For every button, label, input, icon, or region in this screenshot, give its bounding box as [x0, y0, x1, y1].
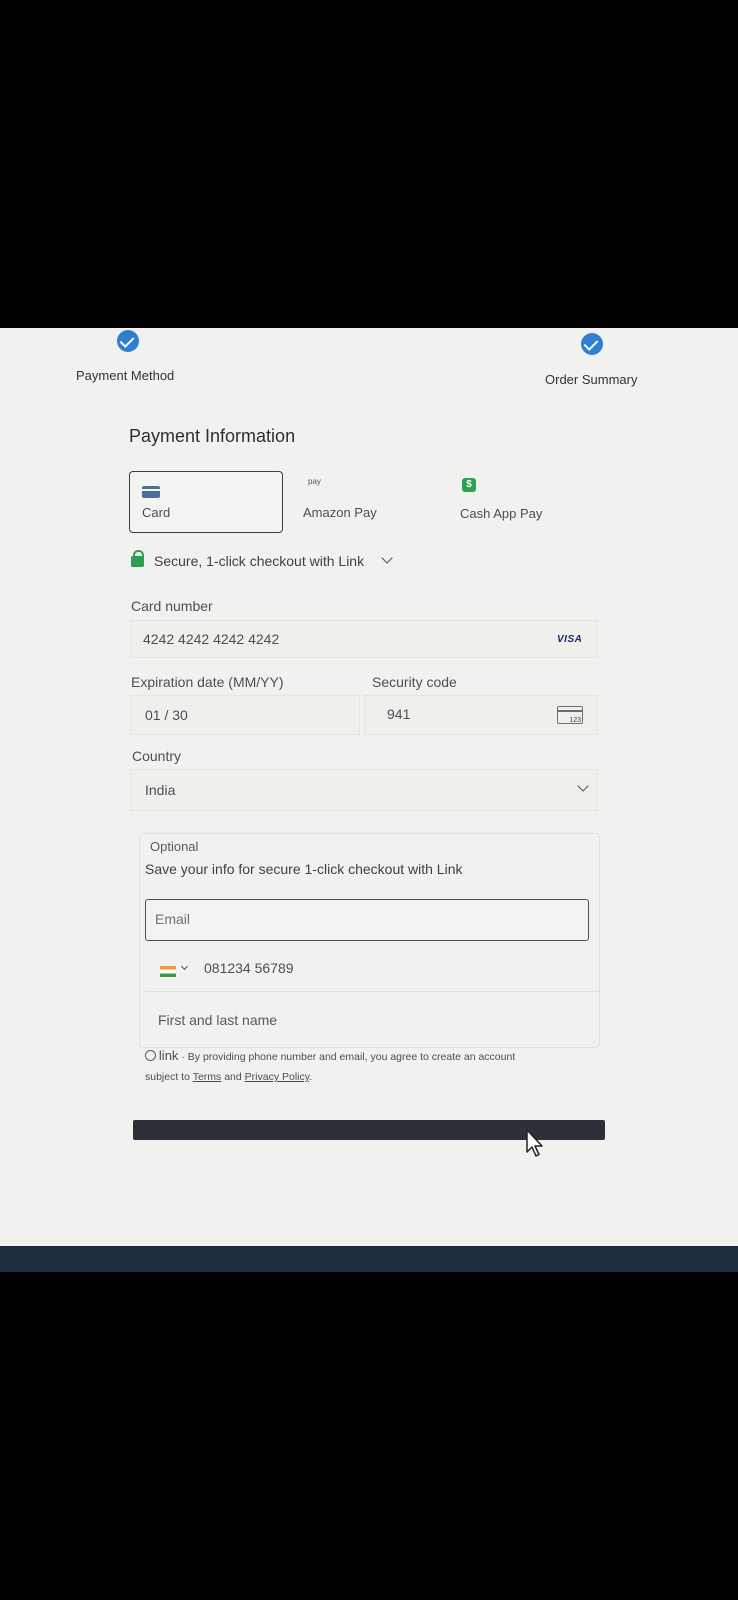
legal-subject: subject to [145, 1071, 190, 1083]
india-flag-icon [160, 966, 176, 977]
expiration-label: Expiration date (MM/YY) [131, 674, 284, 690]
step-complete-check-icon [117, 330, 139, 352]
chevron-down-icon [381, 552, 393, 564]
country-select[interactable]: India [130, 769, 598, 811]
legal-and: and [224, 1071, 242, 1083]
link-brand: link [158, 1048, 179, 1063]
legal-sentence: By providing phone number and email, you… [187, 1051, 516, 1063]
tab-amazon-pay[interactable]: pay Amazon Pay [290, 471, 420, 533]
name-placeholder: First and last name [158, 1012, 278, 1028]
tab-amazon-pay-label: Amazon Pay [303, 505, 377, 520]
mouse-cursor-icon [526, 1129, 543, 1157]
card-number-value: 4242 4242 4242 4242 [143, 631, 280, 647]
step-complete-check-icon [581, 333, 603, 355]
card-number-input[interactable]: 4242 4242 4242 4242 VISA [130, 620, 598, 658]
link-legal-text: link · By providing phone number and ema… [145, 1048, 516, 1083]
link-save-heading: Save your info for secure 1-click checko… [145, 861, 463, 877]
chevron-down-icon [180, 962, 189, 971]
checkout-screen: Payment Method Order Summary Payment Inf… [0, 328, 738, 1272]
security-code-value: 941 [387, 706, 411, 722]
terms-link[interactable]: Terms [193, 1071, 222, 1083]
cash-app-icon: $ [462, 478, 476, 492]
security-code-label: Security code [372, 674, 457, 690]
step-order-summary[interactable]: Order Summary [545, 372, 637, 387]
tab-cash-app-pay-label: Cash App Pay [460, 506, 543, 521]
name-field[interactable]: First and last name [145, 1003, 600, 1043]
country-value: India [145, 782, 176, 798]
phone-field[interactable]: 081234 56789 [145, 951, 600, 992]
screen-bottom-bezel [0, 1246, 738, 1272]
link-banner-text: Secure, 1-click checkout with Link [154, 553, 365, 569]
country-label: Country [132, 748, 182, 764]
expiration-input[interactable]: 01 / 30 [130, 695, 360, 735]
visa-brand-icon: VISA [557, 634, 583, 645]
privacy-policy-link[interactable]: Privacy Policy [245, 1071, 310, 1083]
optional-label: Optional [150, 839, 199, 854]
card-icon [142, 486, 160, 498]
expiration-value: 01 / 30 [145, 707, 188, 723]
tab-card-label: Card [142, 505, 171, 520]
payment-information-title: Payment Information [129, 426, 296, 446]
amazon-pay-icon: pay [308, 477, 321, 486]
email-field[interactable]: Email [145, 899, 589, 941]
phone-value: 081234 56789 [204, 960, 294, 976]
card-number-label: Card number [131, 598, 213, 614]
security-code-input[interactable]: 941 123 [364, 695, 598, 735]
cvc-card-icon: 123 [557, 706, 583, 724]
email-placeholder: Email [155, 911, 191, 927]
chevron-down-icon [577, 780, 589, 792]
link-logo-icon [145, 1050, 156, 1061]
tab-cash-app-pay[interactable]: $ Cash App Pay [450, 471, 600, 533]
link-checkout-toggle[interactable]: Secure, 1-click checkout with Link [130, 550, 400, 572]
lock-icon [131, 550, 144, 567]
step-payment-method[interactable]: Payment Method [76, 368, 174, 383]
tab-card[interactable]: Card [129, 471, 283, 533]
